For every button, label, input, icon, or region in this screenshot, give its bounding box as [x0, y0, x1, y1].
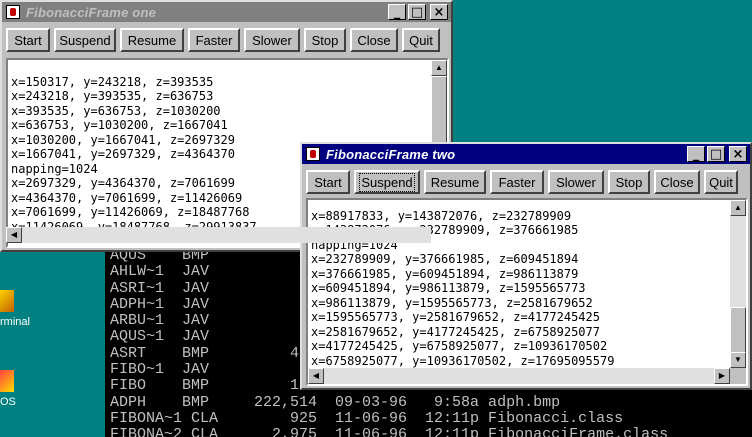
output-line: x=4364370, y=7061699, z=11426069 [11, 190, 243, 205]
scroll-up-icon[interactable]: ▲ [730, 200, 746, 216]
window-title: FibonacciFrame two [326, 146, 456, 162]
close-window-button[interactable]: × [729, 146, 747, 162]
desktop-icon-terminal[interactable]: rminal [0, 290, 40, 328]
start-button[interactable]: Start [306, 170, 350, 194]
close-button[interactable]: Close [350, 28, 398, 52]
output-line: x=88917833, y=143872076, z=232789909 [311, 208, 572, 223]
horizontal-scrollbar[interactable]: ◀ ▶ [308, 368, 730, 384]
window-one-titlebar[interactable]: FibonacciFrame one _ □ × [2, 2, 451, 22]
resume-button[interactable]: Resume [120, 28, 184, 52]
slower-button[interactable]: Slower [244, 28, 300, 52]
horizontal-scrollbar[interactable]: ◀ [6, 227, 431, 243]
faster-button[interactable]: Faster [188, 28, 240, 52]
suspend-button[interactable]: Suspend [54, 28, 116, 52]
close-icon: × [732, 146, 744, 162]
java-cup-icon[interactable] [306, 147, 320, 161]
scroll-down-icon[interactable]: ▼ [730, 352, 746, 368]
maximize-icon: □ [410, 4, 424, 20]
scroll-left-icon[interactable]: ◀ [308, 368, 324, 384]
output-line: x=6758925077, y=10936170502, z=176950955… [311, 353, 615, 368]
slower-button[interactable]: Slower [548, 170, 604, 194]
console-row: ADPH BMP 222,514 09-03-96 9:58a adph.bmp [110, 393, 561, 411]
console-row: FIBONA~1 CLA 925 11-06-96 12:11p Fibonac… [110, 409, 624, 427]
dos-icon [0, 370, 14, 392]
output-line: x=1030200, y=1667041, z=2697329 [11, 132, 235, 147]
output-line: x=609451894, y=986113879, z=1595565773 [311, 281, 586, 295]
scroll-up-icon[interactable]: ▲ [431, 60, 447, 76]
minimize-button[interactable]: _ [388, 4, 406, 20]
output-line: x=232789909, y=376661985, z=609451894 [311, 252, 579, 266]
maximize-button[interactable]: □ [408, 4, 426, 20]
scroll-corner [730, 368, 746, 384]
output-line: x=636753, y=1030200, z=1667041 [11, 118, 228, 132]
output-line: x=2697329, y=4364370, z=7061699 [11, 176, 235, 190]
desktop-icon-dos[interactable]: OS [0, 370, 40, 408]
resume-button[interactable]: Resume [424, 170, 486, 194]
console-row: FIBONA~2 CLA 2,975 11-06-96 12:11p Fibon… [110, 426, 669, 437]
maximize-button[interactable]: □ [707, 146, 725, 162]
stop-button[interactable]: Stop [608, 170, 650, 194]
fibonacci-window-two[interactable]: FibonacciFrame two _ □ × Start Suspend R… [300, 142, 752, 390]
output-line: x=4177245425, y=6758925077, z=1093617050… [311, 339, 608, 353]
scroll-right-icon[interactable]: ▶ [714, 368, 730, 384]
desktop-icon-label: rminal [0, 316, 30, 328]
close-icon: × [433, 4, 445, 20]
window-two-titlebar[interactable]: FibonacciFrame two _ □ × [302, 144, 750, 164]
output-line: x=376661985, y=609451894, z=986113879 [311, 266, 579, 281]
output-line: x=7061699, y=11426069, z=18487768 [11, 205, 250, 219]
window-title: FibonacciFrame one [26, 4, 157, 20]
close-window-button[interactable]: × [430, 4, 448, 20]
output-line: x=243218, y=393535, z=636753 [11, 89, 214, 103]
minimize-button[interactable]: _ [687, 146, 705, 162]
minimize-icon: _ [692, 146, 700, 162]
output-line: x=1595565773, y=2581679652, z=4177245425 [311, 310, 600, 324]
minimize-icon: _ [393, 4, 401, 20]
output-line: x=986113879, y=1595565773, z=2581679652 [311, 295, 593, 310]
maximize-icon: □ [709, 146, 723, 162]
faster-button[interactable]: Faster [490, 170, 544, 194]
start-button[interactable]: Start [6, 28, 50, 52]
output-line: x=2581679652, y=4177245425, z=6758925077 [311, 324, 600, 339]
window-two-toolbar: Start Suspend Resume Faster Slower Stop … [302, 164, 750, 198]
scroll-thumb[interactable] [730, 307, 746, 357]
output-line: x=1667041, y=2697329, z=4364370 [11, 147, 235, 161]
close-button[interactable]: Close [654, 170, 700, 194]
terminal-icon [0, 290, 14, 312]
stop-button[interactable]: Stop [304, 28, 346, 52]
window-one-toolbar: Start Suspend Resume Faster Slower Stop … [2, 22, 451, 56]
suspend-button[interactable]: Suspend [354, 170, 420, 194]
vertical-scrollbar[interactable]: ▲ ▼ [730, 200, 746, 368]
output-line: x=150317, y=243218, z=393535 [11, 74, 214, 89]
output-line: x=393535, y=636753, z=1030200 [11, 103, 221, 118]
quit-button[interactable]: Quit [402, 28, 440, 52]
output-line: napping=1024 [11, 161, 98, 176]
quit-button[interactable]: Quit [704, 170, 738, 194]
desktop-icon-label: OS [0, 396, 16, 408]
java-cup-icon[interactable] [6, 5, 20, 19]
scroll-left-icon[interactable]: ◀ [6, 227, 22, 243]
output-text: x=150317, y=243218, z=393535 x=243218, y=… [11, 60, 257, 246]
